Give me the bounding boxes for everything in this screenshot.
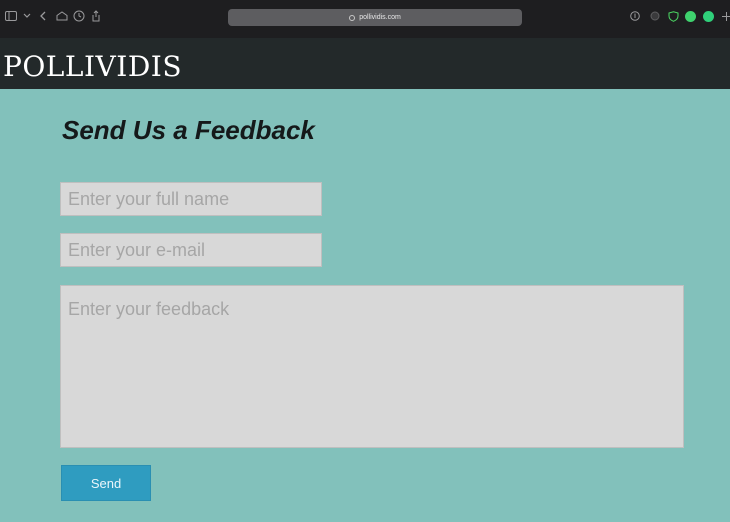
address-bar[interactable]: pollividis.com [228,9,522,26]
home-icon[interactable] [55,9,69,23]
download-icon[interactable] [628,9,642,23]
lock-icon [349,14,356,21]
share-icon[interactable] [89,9,103,23]
site-logo[interactable]: POLLIVIDIS [3,50,182,84]
url-text: pollividis.com [359,14,401,21]
extension-icon[interactable] [703,11,714,22]
sidebar-icon[interactable] [4,9,18,23]
camera-icon[interactable] [685,11,696,22]
browser-toolbar: pollividis.com [0,0,730,38]
chevron-down-icon[interactable] [20,9,34,23]
full-name-input[interactable] [60,182,322,216]
history-icon[interactable] [72,9,86,23]
feedback-textarea[interactable] [60,285,684,448]
url-display: pollividis.com [228,9,522,26]
page-title: Send Us a Feedback [62,115,315,145]
shield-icon[interactable] [648,9,662,23]
plus-icon[interactable] [719,9,730,23]
send-button[interactable]: Send [61,465,151,501]
back-icon[interactable] [36,9,50,23]
heart-shield-icon[interactable] [666,9,680,23]
email-input[interactable] [60,233,322,267]
